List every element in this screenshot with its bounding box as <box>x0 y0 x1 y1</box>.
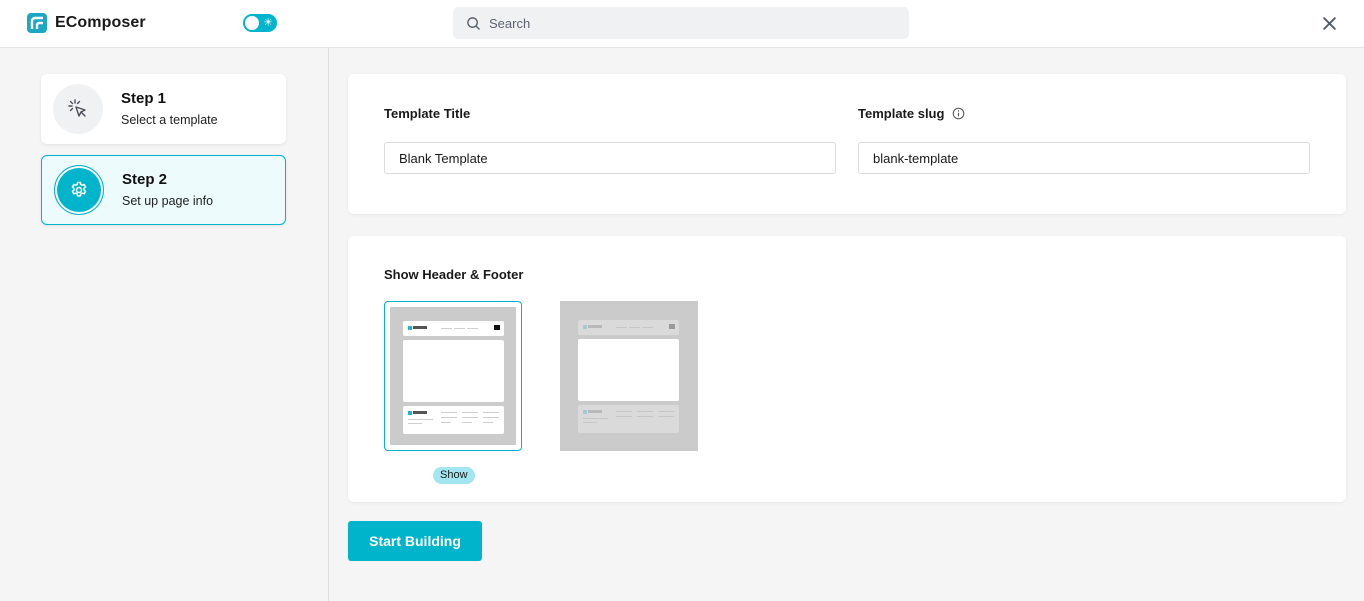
step-1-icon-circle <box>53 84 103 134</box>
preview-without-header-footer <box>560 301 698 451</box>
info-icon[interactable] <box>952 107 965 120</box>
show-badge: Show <box>433 467 475 484</box>
step-2-subtitle: Set up page info <box>122 194 214 208</box>
search-icon <box>467 16 480 30</box>
app-logo: EComposer <box>27 13 146 33</box>
show-header-footer-option[interactable] <box>384 301 522 451</box>
header-footer-card: Show Header & Footer Show <box>348 236 1346 502</box>
template-title-label: Template Title <box>384 106 470 121</box>
header-footer-label: Show Header & Footer <box>384 267 524 282</box>
step-2-title: Step 2 <box>122 171 168 188</box>
preview-header <box>403 321 504 336</box>
step-1-card[interactable]: Step 1 Select a template <box>41 74 286 144</box>
preview-footer-disabled <box>578 405 679 433</box>
template-slug-label: Template slug <box>858 106 965 121</box>
preview-footer <box>403 406 504 434</box>
sun-icon: ☀ <box>263 17 273 29</box>
app-name: EComposer <box>55 14 146 31</box>
ecomposer-logo-icon <box>27 13 47 33</box>
preview-body <box>403 340 504 402</box>
template-info-card: Template Title Template slug <box>348 74 1346 214</box>
gear-icon <box>71 181 87 197</box>
template-slug-label-text: Template slug <box>858 106 945 121</box>
search-bar[interactable] <box>453 7 909 39</box>
start-building-button[interactable]: Start Building <box>348 521 482 561</box>
cursor-click-icon <box>68 99 86 117</box>
preview-with-header-footer <box>390 307 516 445</box>
step-2-icon-circle <box>54 165 104 215</box>
step-1-title: Step 1 <box>121 90 167 107</box>
hide-header-footer-option[interactable] <box>560 301 698 451</box>
preview-header-disabled <box>578 320 679 335</box>
step-2-card[interactable]: Step 2 Set up page info <box>41 155 286 225</box>
toggle-knob <box>245 16 259 30</box>
preview-body <box>578 339 679 401</box>
top-bar: EComposer ☀ <box>0 0 1364 48</box>
search-input[interactable] <box>489 15 889 31</box>
step-1-subtitle: Select a template <box>121 113 218 127</box>
template-slug-input[interactable] <box>858 142 1310 174</box>
theme-toggle[interactable]: ☀ <box>243 14 277 32</box>
close-icon[interactable] <box>1321 15 1338 32</box>
template-title-input[interactable] <box>384 142 836 174</box>
template-title-label-text: Template Title <box>384 106 471 121</box>
steps-sidebar: Step 1 Select a template Step 2 Set up p… <box>0 48 329 601</box>
